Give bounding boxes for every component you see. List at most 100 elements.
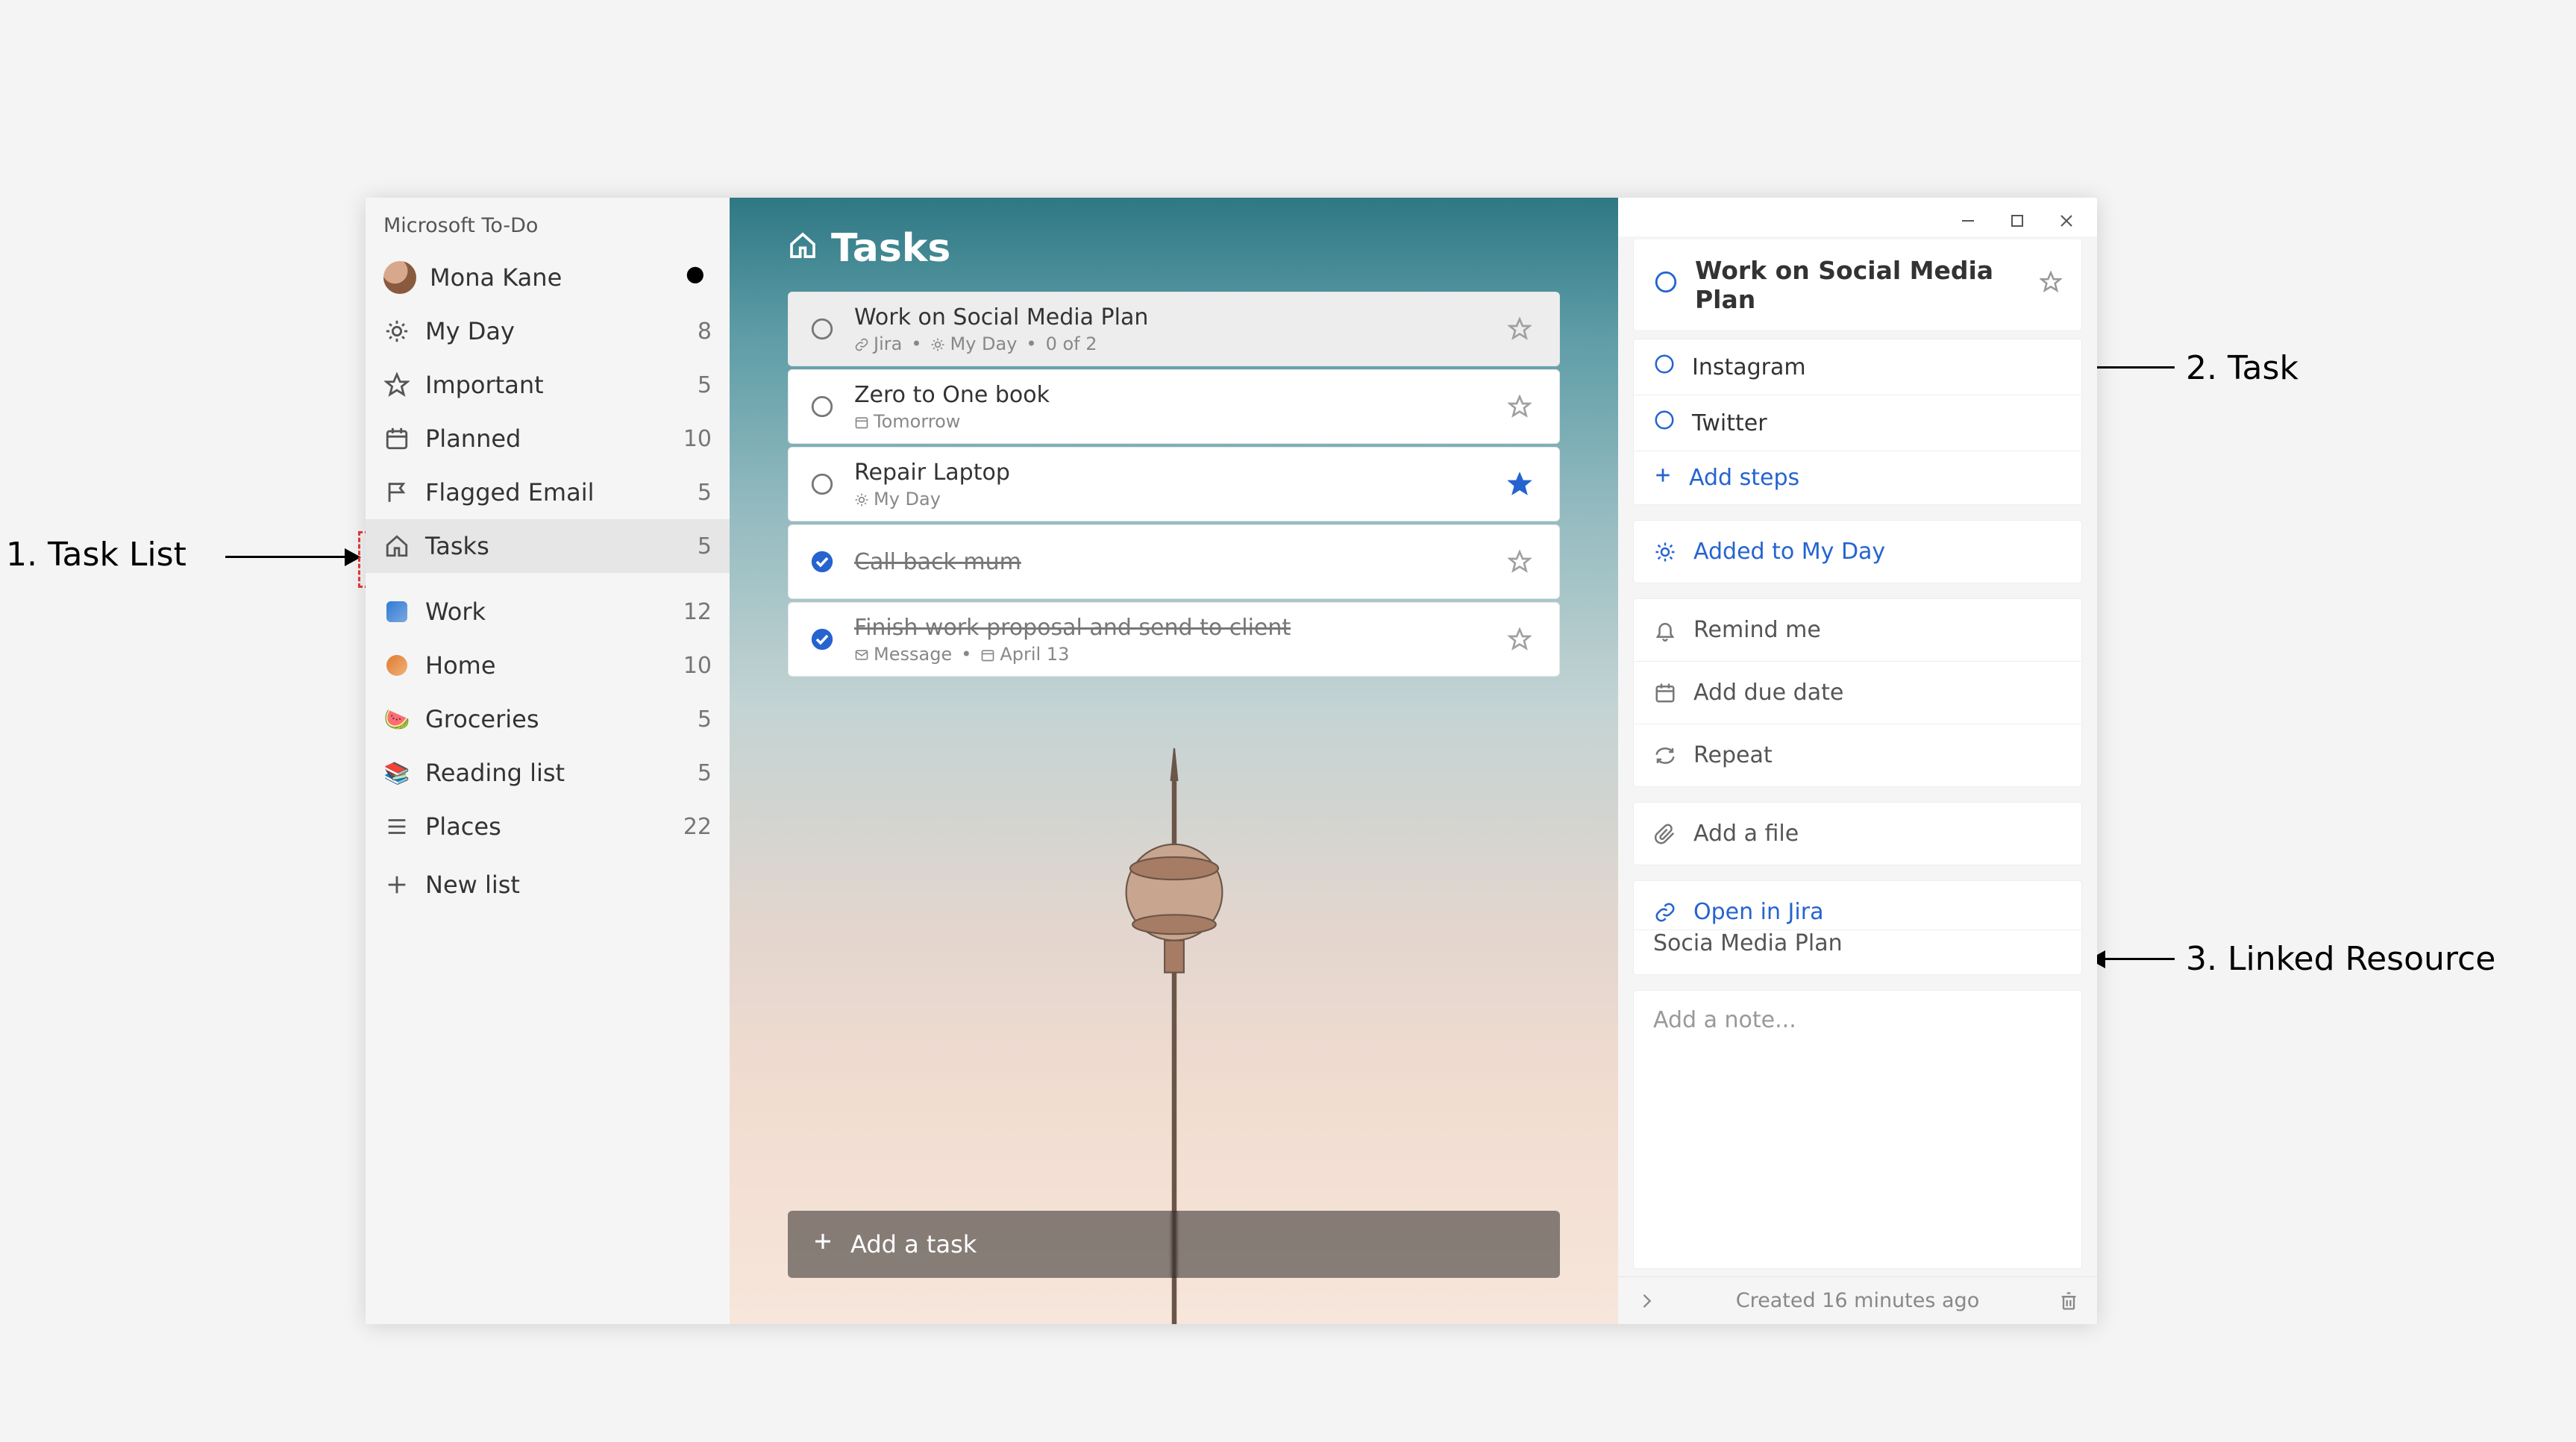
link-icon [854,337,869,352]
complete-toggle[interactable] [809,627,835,652]
sidebar-item-reading[interactable]: 📚Reading list5 [366,746,730,800]
search-icon[interactable] [683,263,712,292]
sun-icon [1653,540,1677,564]
task-card[interactable]: Zero to One bookTomorrow [788,369,1560,444]
plus-icon [383,871,410,898]
star-toggle[interactable] [1507,316,1532,342]
sidebar-item-count: 5 [698,706,712,733]
complete-toggle[interactable] [809,471,835,497]
places-icon [383,813,410,840]
task-meta: My Day [854,489,1488,510]
bell-icon [1653,618,1677,642]
sidebar-item-work[interactable]: Work12 [366,585,730,639]
sidebar-item-home[interactable]: Home10 [366,639,730,692]
sidebar-item-label: Flagged Email [425,478,683,507]
sidebar-item-flagged[interactable]: Flagged Email5 [366,465,730,519]
linked-resource-name: Socia Media Plan [1634,930,2081,974]
step-row[interactable]: Twitter [1634,395,2081,451]
task-meta: Tomorrow [854,411,1488,432]
repeat-button[interactable]: Repeat [1634,724,2081,786]
task-card[interactable]: Call back mum [788,524,1560,599]
important-icon [383,372,410,398]
detail-task-title[interactable]: Work on Social Media Plan [1695,256,2023,314]
open-in-jira-link[interactable]: Open in Jira [1634,881,2081,930]
add-step-button[interactable]: Add steps [1634,451,2081,504]
detail-footer: Created 16 minutes ago [1618,1276,2097,1324]
schedule-section: Remind me Add due date Repeat [1633,598,2082,787]
account-row[interactable]: Mona Kane [366,251,730,304]
arrow-line [225,556,345,558]
complete-toggle[interactable] [809,394,835,419]
sidebar-item-label: Important [425,371,683,399]
plus-icon [812,1230,834,1258]
created-label: Created 16 minutes ago [1736,1289,1979,1312]
complete-toggle[interactable] [809,316,835,342]
task-title: Repair Laptop [854,460,1488,486]
sidebar-item-places[interactable]: Places22 [366,800,730,853]
reading-icon: 📚 [383,759,410,786]
remind-me-button[interactable]: Remind me [1634,599,2081,661]
plus-icon [1653,465,1673,491]
complete-toggle[interactable] [1653,269,1679,301]
arrow-head [345,548,361,566]
added-to-my-day-label: Added to My Day [1693,539,1885,565]
task-card[interactable]: Finish work proposal and send to client M… [788,602,1560,677]
sidebar-item-planned[interactable]: Planned10 [366,412,730,465]
close-button[interactable] [2055,210,2078,232]
task-card[interactable]: Work on Social Media PlanJiraMy Day0 of … [788,292,1560,366]
window-controls [1618,198,2097,236]
star-toggle[interactable] [1507,627,1532,652]
add-step-label: Add steps [1689,465,1799,491]
remind-me-label: Remind me [1693,617,1821,643]
link-icon [1653,900,1677,924]
sidebar-item-myday[interactable]: My Day 8 [366,304,730,358]
sidebar-item-important[interactable]: Important5 [366,358,730,412]
note-placeholder: Add a note... [1653,1007,1796,1033]
home-icon [383,652,410,679]
open-in-jira-label: Open in Jira [1693,899,1823,925]
step-label: Twitter [1692,410,1767,436]
sidebar-item-groceries[interactable]: 🍉Groceries5 [366,692,730,746]
star-toggle[interactable] [1507,394,1532,419]
step-complete-toggle[interactable] [1653,353,1676,381]
added-to-my-day-button[interactable]: Added to My Day [1634,521,2081,583]
step-complete-toggle[interactable] [1653,409,1676,437]
step-row[interactable]: Instagram [1634,339,2081,395]
add-file-button[interactable]: Add a file [1634,803,2081,865]
sidebar-item-count: 10 [683,426,712,452]
tasks-icon [383,533,410,559]
new-list-button[interactable]: New list [366,858,730,912]
add-task-input[interactable]: Add a task [788,1211,1560,1278]
task-meta: MessageApril 13 [854,644,1488,665]
add-file-label: Add a file [1693,821,1799,847]
new-list-label: New list [425,871,668,899]
star-toggle[interactable] [2040,271,2062,299]
task-card[interactable]: Repair Laptop My Day [788,447,1560,521]
sidebar-item-tasks[interactable]: Tasks5 [366,519,730,573]
callout-task: 2. Task [2186,349,2298,387]
maximize-button[interactable] [2006,210,2028,232]
minimize-button[interactable] [1957,210,1979,232]
task-title: Finish work proposal and send to client [854,615,1488,641]
star-toggle[interactable] [1507,471,1532,497]
task-title: Call back mum [854,549,1488,575]
groceries-icon: 🍉 [383,706,410,733]
linked-resource-section: Open in Jira Socia Media Plan [1633,880,2082,975]
star-toggle[interactable] [1507,549,1532,574]
repeat-icon [1653,744,1677,768]
due-date-button[interactable]: Add due date [1634,661,2081,724]
complete-toggle[interactable] [809,549,835,574]
my-day-section: Added to My Day [1633,520,2082,583]
delete-task-button[interactable] [2058,1291,2079,1311]
note-input[interactable]: Add a note... [1633,990,2082,1269]
file-section: Add a file [1633,802,2082,865]
sidebar-item-label: My Day [425,317,683,345]
task-list: Work on Social Media PlanJiraMy Day0 of … [730,292,1618,677]
collapse-detail-button[interactable] [1636,1291,1657,1311]
new-group-icon[interactable] [683,871,712,899]
sidebar-item-count: 8 [698,319,712,345]
task-meta: JiraMy Day0 of 2 [854,333,1488,354]
list-title: Tasks [831,226,950,271]
main-panel: Tasks Work on Social Media PlanJiraMy Da… [730,198,1618,1324]
sidebar-item-count: 5 [698,533,712,559]
